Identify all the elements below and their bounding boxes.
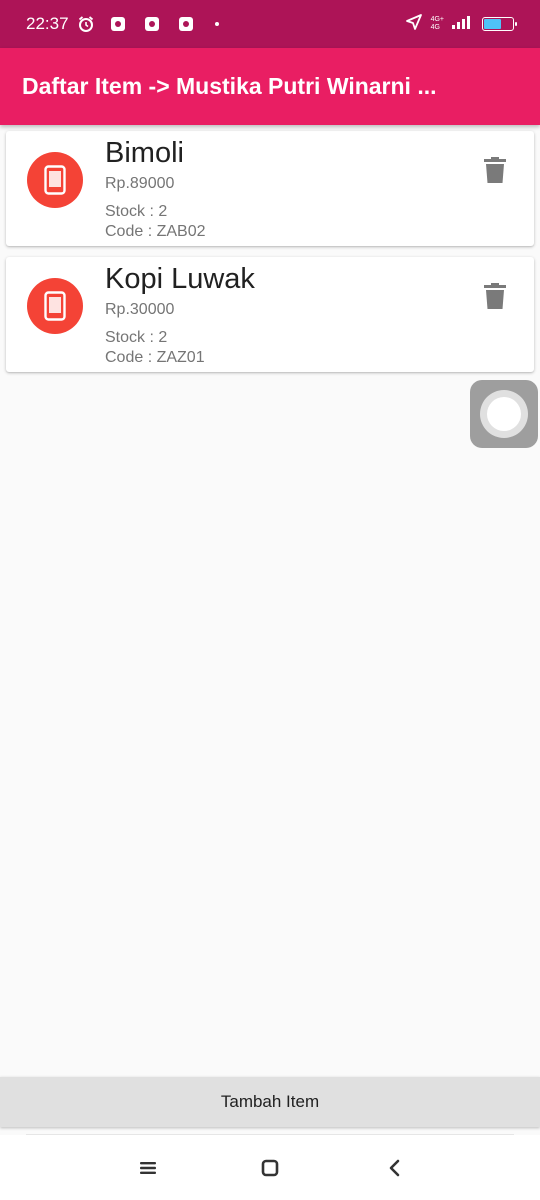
back-icon bbox=[389, 1159, 400, 1177]
add-item-button[interactable]: Tambah Item bbox=[0, 1077, 540, 1127]
item-stock: Stock : 2 bbox=[105, 329, 168, 346]
network-label-top: 4G+ bbox=[430, 16, 444, 23]
list-item[interactable]: Bimoli Rp.89000 Stock : 2 Code : ZAB02 bbox=[6, 131, 534, 246]
list-item[interactable]: Kopi Luwak Rp.30000 Stock : 2 Code : ZAZ… bbox=[6, 257, 534, 372]
page-title: Daftar Item -> Mustika Putri Winarni ... bbox=[22, 73, 437, 99]
network-type: 4G+ 4G bbox=[431, 16, 444, 32]
floating-ball-ring bbox=[480, 390, 528, 438]
item-price: Rp.89000 bbox=[105, 175, 175, 192]
nav-menu-button[interactable] bbox=[128, 1153, 168, 1183]
phone-icon bbox=[27, 152, 83, 208]
item-price: Rp.30000 bbox=[105, 301, 175, 318]
trash-icon bbox=[484, 157, 506, 183]
delete-button[interactable] bbox=[476, 277, 514, 315]
item-name: Bimoli bbox=[105, 137, 184, 169]
network-label-bottom: 4G bbox=[430, 24, 440, 31]
trash-icon bbox=[484, 283, 506, 309]
item-name: Kopi Luwak bbox=[105, 263, 255, 295]
alarm-icon bbox=[77, 15, 95, 33]
home-icon bbox=[261, 1159, 279, 1177]
menu-icon bbox=[140, 1162, 156, 1174]
status-left: 22:37 bbox=[26, 14, 219, 34]
notification-icon bbox=[178, 17, 193, 31]
nav-back-button[interactable] bbox=[374, 1153, 414, 1183]
status-right: 4G+ 4G bbox=[405, 13, 517, 36]
item-code: Code : ZAB02 bbox=[105, 223, 206, 240]
notification-icon bbox=[110, 17, 125, 31]
status-time: 22:37 bbox=[26, 14, 69, 33]
navigation-bar bbox=[0, 1135, 540, 1200]
more-notifications-dot bbox=[214, 22, 219, 26]
item-code: Code : ZAZ01 bbox=[105, 349, 205, 366]
signal-icon bbox=[452, 15, 474, 34]
delete-button[interactable] bbox=[476, 151, 514, 189]
status-bar: 22:37 4G+ 4G bbox=[0, 0, 540, 48]
phone-icon bbox=[27, 278, 83, 334]
nav-home-button[interactable] bbox=[250, 1153, 290, 1183]
app-bar: Daftar Item -> Mustika Putri Winarni ... bbox=[0, 48, 540, 125]
location-icon bbox=[405, 13, 423, 36]
floating-assistant-button[interactable] bbox=[470, 380, 538, 448]
battery-icon bbox=[482, 17, 517, 31]
floating-ball-core bbox=[487, 397, 521, 431]
notification-icon bbox=[144, 17, 159, 31]
item-stock: Stock : 2 bbox=[105, 203, 168, 220]
